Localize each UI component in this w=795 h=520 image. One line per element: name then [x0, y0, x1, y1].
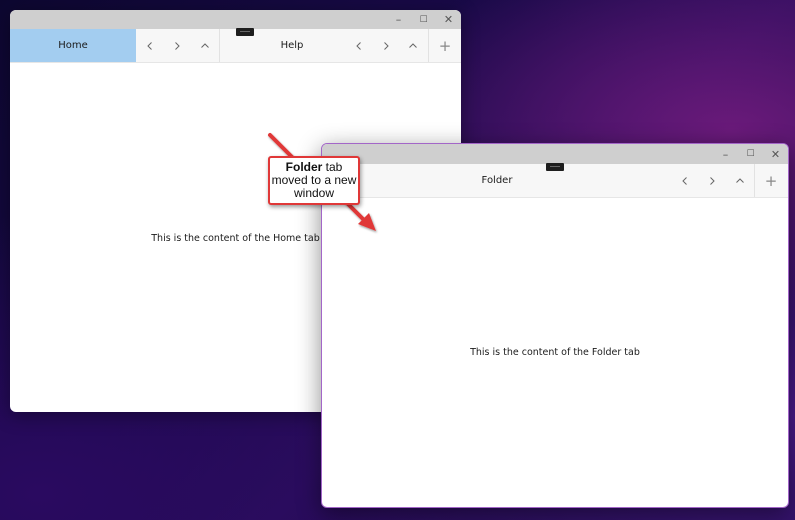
- plus-icon: +: [764, 171, 778, 190]
- add-tab-button[interactable]: +: [430, 29, 460, 62]
- minimize-icon: –: [395, 13, 402, 26]
- close-icon: ✕: [443, 13, 454, 26]
- tab-up-button[interactable]: [192, 29, 218, 62]
- title-bar[interactable]: – ☐ ✕: [322, 144, 788, 164]
- move-tab-right-button[interactable]: [373, 29, 399, 62]
- close-button[interactable]: ✕: [436, 10, 461, 29]
- tab-home[interactable]: Home: [10, 29, 136, 62]
- minimize-icon: –: [722, 147, 729, 161]
- content-text: This is the content of the Folder tab: [470, 347, 640, 358]
- chevron-up-icon: [201, 42, 209, 48]
- minimize-button[interactable]: –: [713, 144, 738, 164]
- chevron-right-icon: [710, 176, 715, 185]
- tab-home-label: Home: [58, 40, 88, 51]
- chevron-right-icon: [175, 41, 180, 50]
- annotation-bold-text: Folder: [285, 160, 323, 174]
- add-tab-button[interactable]: +: [756, 164, 786, 197]
- chevron-right-icon: [384, 41, 389, 50]
- tab-content: This is the content of the Folder tab: [322, 198, 788, 507]
- tab-help-label: Help: [280, 40, 304, 51]
- tab-strip: Home Help +: [10, 28, 461, 63]
- tab-folder[interactable]: Folder: [322, 163, 754, 197]
- move-tab-right-button[interactable]: [699, 164, 725, 197]
- plus-icon: +: [438, 36, 452, 55]
- tab-folder-label: Folder: [481, 175, 513, 186]
- folder-window: – ☐ ✕ Folder + This is the content of th…: [321, 143, 789, 508]
- annotation-text-3: window: [293, 186, 335, 200]
- annotation-text-1: tab: [322, 160, 343, 174]
- chevron-up-icon: [736, 177, 744, 183]
- close-button[interactable]: ✕: [763, 144, 788, 164]
- tab-separator: [428, 29, 429, 62]
- tab-help[interactable]: Help: [220, 28, 428, 62]
- maximize-button[interactable]: ☐: [738, 144, 763, 164]
- maximize-icon: ☐: [746, 149, 755, 159]
- maximize-icon: ☐: [419, 14, 428, 25]
- move-tab-right-button[interactable]: [164, 29, 190, 62]
- chevron-left-icon: [356, 41, 361, 50]
- chevron-up-icon: [409, 42, 417, 48]
- annotation-callout: Folder tab moved to a new window: [268, 156, 360, 205]
- chevron-left-icon: [682, 176, 687, 185]
- tab-strip: Folder +: [322, 163, 788, 198]
- tab-up-button[interactable]: [400, 29, 426, 62]
- minimize-button[interactable]: –: [386, 10, 411, 29]
- tab-separator: [754, 164, 755, 197]
- close-icon: ✕: [770, 147, 781, 161]
- title-bar[interactable]: – ☐ ✕: [10, 10, 461, 29]
- move-tab-left-button[interactable]: [672, 164, 698, 197]
- maximize-button[interactable]: ☐: [411, 10, 436, 29]
- move-tab-left-button[interactable]: [346, 29, 372, 62]
- move-tab-left-button[interactable]: [137, 29, 163, 62]
- chevron-left-icon: [147, 41, 152, 50]
- tab-up-button[interactable]: [727, 164, 753, 197]
- annotation-text-2: moved to a new: [271, 173, 357, 187]
